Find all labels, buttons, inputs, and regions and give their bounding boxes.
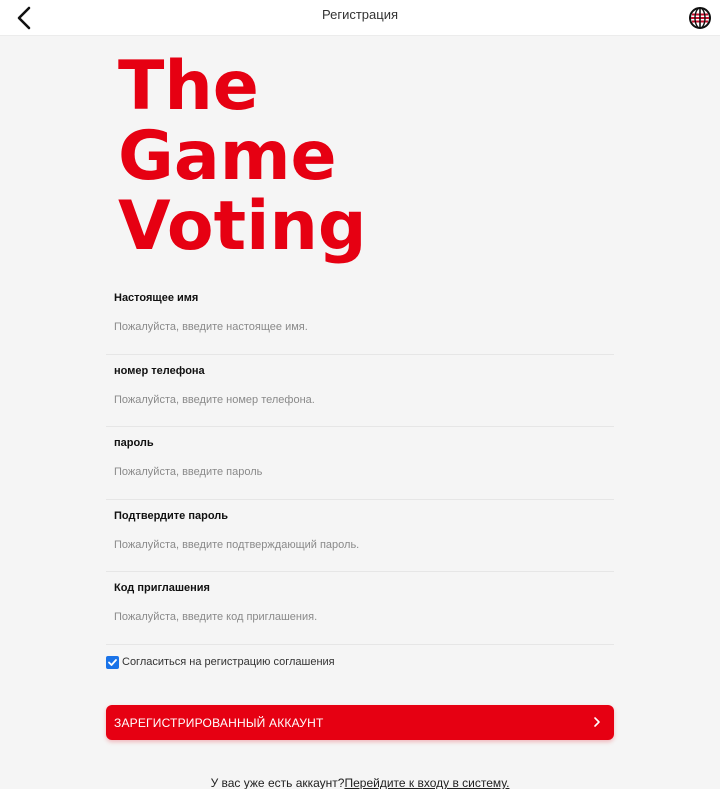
password-field: пароль [106, 427, 614, 500]
real-name-label: Настоящее имя [114, 292, 199, 304]
phone-field: номер телефона [106, 355, 614, 428]
logo-line-1: The [118, 47, 259, 126]
real-name-field: Настоящее имя [106, 282, 614, 355]
password-label: пароль [114, 437, 154, 450]
phone-label: номер телефона [114, 364, 205, 377]
logo-line-3: Voting [118, 187, 367, 266]
logo-line-2: Game [118, 117, 337, 196]
chevron-right-icon [594, 717, 600, 727]
password-input[interactable] [114, 461, 604, 484]
register-button[interactable]: ЗАРЕГИСТРИРОВАННЫЙ АККАУНТ [106, 705, 614, 740]
page-title: Регистрация [322, 7, 398, 22]
agreement-checkbox[interactable] [106, 655, 119, 669]
invite-code-input[interactable] [114, 606, 604, 629]
checkmark-icon [108, 658, 117, 666]
real-name-input[interactable] [114, 316, 604, 338]
confirm-password-label: Подтвердите пароль [114, 509, 229, 522]
confirm-password-input[interactable] [114, 533, 604, 556]
login-prompt-text: У вас уже есть аккаунт? [210, 776, 345, 789]
app-logo: The Game Voting [118, 52, 368, 262]
language-button[interactable] [688, 6, 712, 30]
globe-flag-icon [689, 7, 711, 29]
invite-code-field: Код приглашения [106, 572, 614, 645]
confirm-password-field: Подтвердите пароль [106, 500, 614, 573]
phone-input[interactable] [114, 388, 604, 411]
register-button-label: ЗАРЕГИСТРИРОВАННЫЙ АККАУНТ [114, 716, 324, 730]
invite-code-label: Код приглашения [114, 582, 210, 595]
login-prompt: У вас уже есть аккаунт?Перейдите к входу… [0, 776, 720, 789]
registration-form: Настоящее имя номер телефона пароль Подт… [106, 282, 614, 645]
login-link[interactable]: Перейдите к входу в систему. [344, 776, 509, 789]
agreement-row: Согласиться на регистрацию соглашения [106, 654, 335, 670]
top-bar: Регистрация [0, 0, 720, 36]
agreement-label: Согласиться на регистрацию соглашения [122, 656, 335, 668]
